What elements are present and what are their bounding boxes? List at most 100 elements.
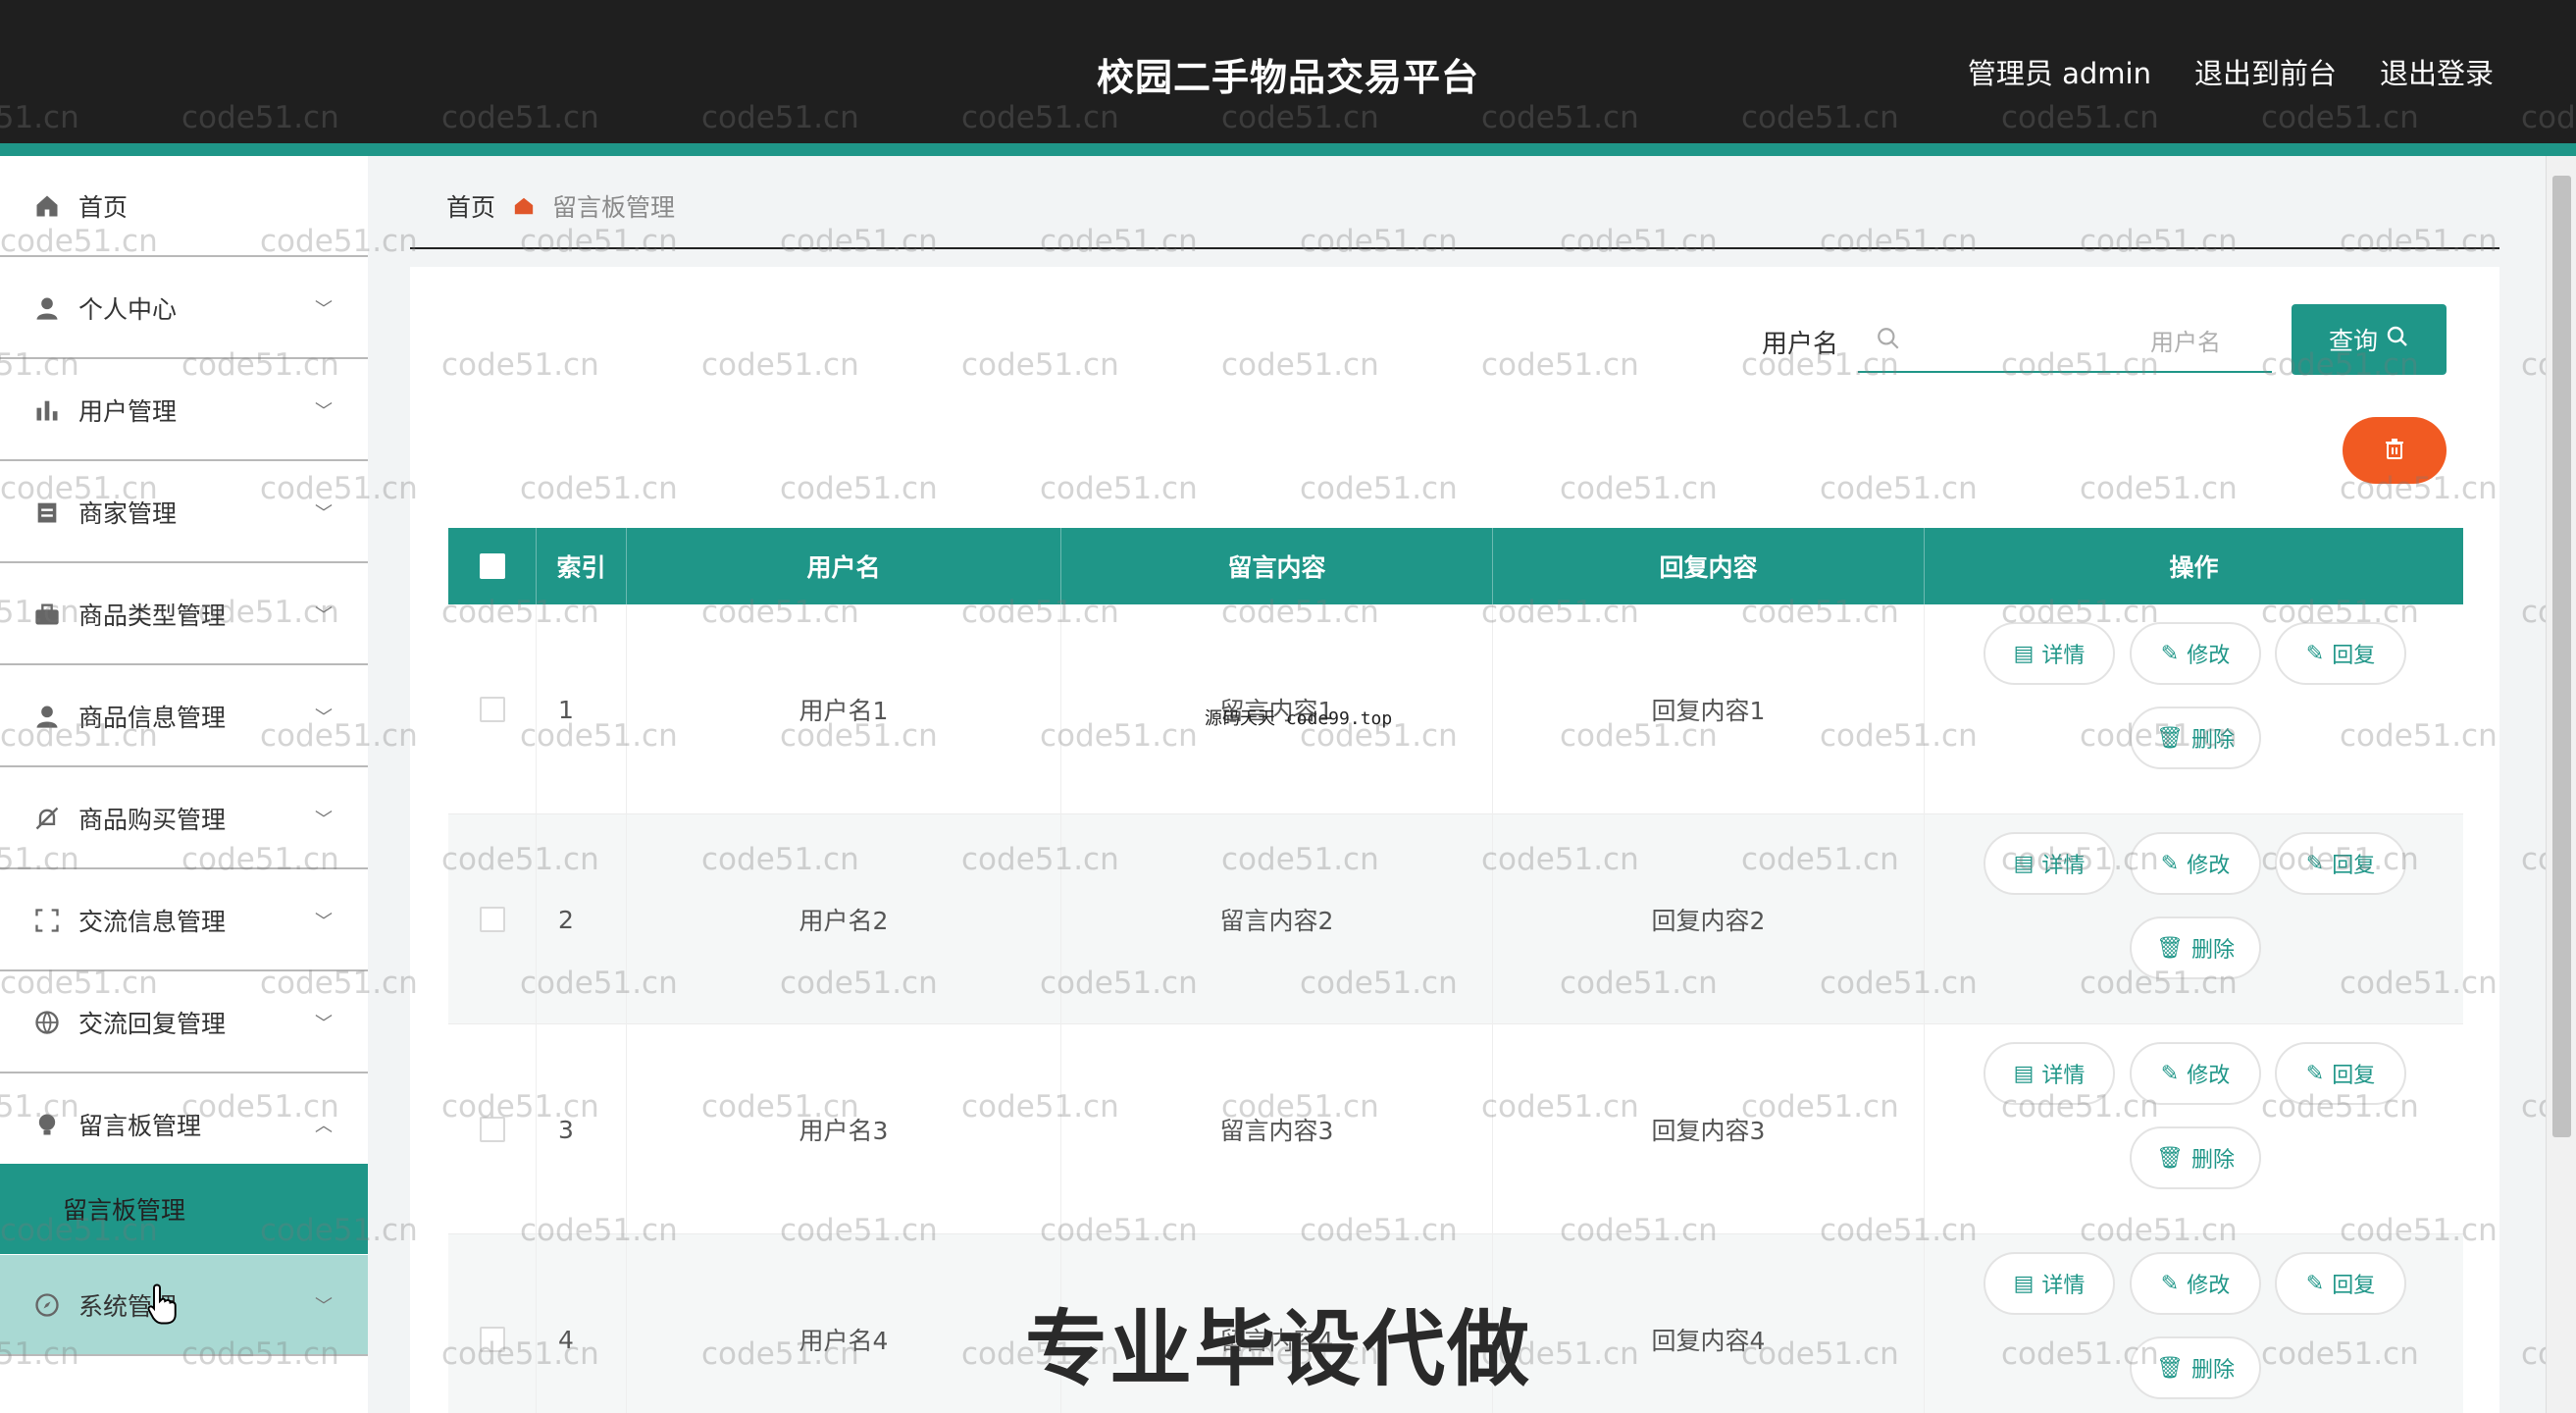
reply-label: 回复	[2332, 1064, 2376, 1088]
pencil-icon: ✎	[2305, 851, 2325, 876]
reply-button[interactable]: ✎ 回复	[2275, 832, 2406, 895]
sidebar-item-product-type-management[interactable]: 商品类型管理 ﹀	[0, 564, 368, 665]
delete-button[interactable]: 🗑 删除	[2130, 1126, 2261, 1189]
row-checkbox[interactable]	[479, 697, 505, 722]
sidebar-item-personal-center[interactable]: 个人中心 ﹀	[0, 258, 368, 359]
cell-username: 用户名1	[627, 604, 1061, 814]
cell-reply: 回复内容4	[1493, 1234, 1925, 1413]
delete-button[interactable]: 🗑 删除	[2130, 916, 2261, 979]
delete-button[interactable]: 🗑 删除	[2130, 1336, 2261, 1399]
row-select-cell	[448, 1024, 537, 1234]
row-checkbox[interactable]	[479, 907, 505, 932]
trash-icon: 🗑	[2156, 935, 2184, 961]
sidebar-item-user-management[interactable]: 用户管理 ﹀	[0, 360, 368, 461]
detail-button[interactable]: ▤ 详情	[1984, 1252, 2115, 1315]
reply-button[interactable]: ✎ 回复	[2275, 1042, 2406, 1105]
trash-icon: 🗑	[2156, 725, 2184, 751]
cell-message: 留言内容3	[1061, 1024, 1493, 1234]
edit-label: 修改	[2187, 1064, 2231, 1088]
detail-button[interactable]: ▤ 详情	[1984, 832, 2115, 895]
edit-button[interactable]: ✎ 修改	[2130, 832, 2261, 895]
sidebar-item-label: 商品购买管理	[78, 805, 227, 834]
cell-index: 2	[537, 814, 627, 1024]
breadcrumb-current: 留言板管理	[552, 193, 676, 222]
query-button[interactable]: 查询	[2292, 304, 2447, 375]
reply-label: 回复	[2332, 1274, 2376, 1298]
logout-link[interactable]: 退出登录	[2380, 51, 2494, 92]
home-icon	[513, 195, 535, 217]
sidebar-subitem-label: 留言板管理	[63, 1196, 186, 1225]
cell-reply: 回复内容2	[1493, 814, 1925, 1024]
edit-label: 修改	[2187, 1274, 2231, 1298]
sidebar-item-exchange-reply-management[interactable]: 交流回复管理 ﹀	[0, 972, 368, 1073]
delete-button[interactable]: 🗑 删除	[2130, 706, 2261, 769]
sidebar-item-home[interactable]: 首页	[0, 156, 368, 257]
document-icon: ▤	[2013, 641, 2035, 666]
sidebar-subitem-message-board[interactable]: 留言板管理	[0, 1164, 368, 1254]
sidebar-item-label: 用户管理	[78, 396, 178, 426]
sidebar-item-purchase-management[interactable]: 商品购买管理 ﹀	[0, 768, 368, 869]
breadcrumb: 首页 留言板管理	[446, 188, 675, 224]
chevron-down-icon: ﹀	[315, 911, 333, 932]
trash-icon	[2383, 437, 2406, 464]
delete-label: 删除	[2190, 728, 2235, 753]
globe-icon	[31, 1007, 63, 1038]
header-reply: 回复内容	[1493, 528, 1925, 604]
search-icon	[2386, 325, 2409, 354]
sidebar-item-exchange-info-management[interactable]: 交流信息管理 ﹀	[0, 870, 368, 971]
cell-reply: 回复内容1	[1493, 604, 1925, 814]
trash-icon: 🗑	[2156, 1355, 2184, 1381]
chevron-down-icon: ﹀	[315, 1295, 333, 1317]
chevron-down-icon: ﹀	[315, 604, 333, 626]
cell-index: 4	[537, 1234, 627, 1413]
admin-label[interactable]: 管理员 admin	[1968, 51, 2151, 92]
breadcrumb-home[interactable]: 首页	[446, 188, 495, 224]
exit-front-link[interactable]: 退出到前台	[2194, 51, 2337, 92]
page-scrollbar[interactable]	[2546, 156, 2576, 1413]
sidebar-item-label: 商品信息管理	[78, 703, 227, 732]
sidebar-item-label: 交流信息管理	[78, 907, 227, 936]
search-input[interactable]	[1917, 322, 2260, 363]
edit-button[interactable]: ✎ 修改	[2130, 1252, 2261, 1315]
select-all-checkbox[interactable]	[479, 553, 505, 579]
edit-button[interactable]: ✎ 修改	[2130, 1042, 2261, 1105]
sidebar-item-product-info-management[interactable]: 商品信息管理 ﹀	[0, 666, 368, 767]
header-index: 索引	[537, 528, 627, 604]
scrollbar-thumb[interactable]	[2552, 176, 2571, 1137]
reply-label: 回复	[2332, 854, 2376, 878]
chevron-up-icon: ︿	[315, 1115, 333, 1136]
document-icon: ▤	[2013, 1271, 2035, 1296]
sidebar-item-system-management[interactable]: 系统管理 ﹀	[0, 1255, 368, 1356]
overlay-source-text: 源码天天 code99.top	[1205, 708, 1393, 729]
edit-label: 修改	[2187, 644, 2231, 668]
chevron-down-icon: ﹀	[315, 502, 333, 524]
top-bar-accent	[0, 143, 2576, 156]
calendar-icon	[31, 497, 63, 528]
breadcrumb-divider	[410, 247, 2499, 249]
pencil-icon: ✎	[2305, 1061, 2325, 1086]
sidebar-item-label: 个人中心	[78, 294, 178, 324]
sidebar-item-label: 商家管理	[78, 498, 178, 528]
detail-label: 详情	[2041, 1274, 2086, 1298]
sidebar-item-message-board-management[interactable]: 留言板管理 ︿	[0, 1074, 368, 1176]
edit-button[interactable]: ✎ 修改	[2130, 622, 2261, 685]
batch-delete-button[interactable]	[2343, 417, 2447, 484]
row-checkbox[interactable]	[479, 1117, 505, 1142]
row-checkbox[interactable]	[479, 1327, 505, 1352]
document-icon: ▤	[2013, 851, 2035, 876]
sidebar-item-merchant-management[interactable]: 商家管理 ﹀	[0, 462, 368, 563]
reply-button[interactable]: ✎ 回复	[2275, 622, 2406, 685]
bell-off-icon	[31, 803, 63, 834]
search-field[interactable]	[1858, 316, 2272, 373]
detail-button[interactable]: ▤ 详情	[1984, 622, 2115, 685]
cell-username: 用户名2	[627, 814, 1061, 1024]
cell-index: 1	[537, 604, 627, 814]
pencil-icon: ✎	[2160, 641, 2180, 666]
chevron-down-icon: ﹀	[315, 809, 333, 830]
pencil-icon: ✎	[2160, 851, 2180, 876]
delete-label: 删除	[2190, 1358, 2235, 1383]
edit-label: 修改	[2187, 854, 2231, 878]
detail-button[interactable]: ▤ 详情	[1984, 1042, 2115, 1105]
reply-button[interactable]: ✎ 回复	[2275, 1252, 2406, 1315]
pencil-icon: ✎	[2160, 1271, 2180, 1296]
